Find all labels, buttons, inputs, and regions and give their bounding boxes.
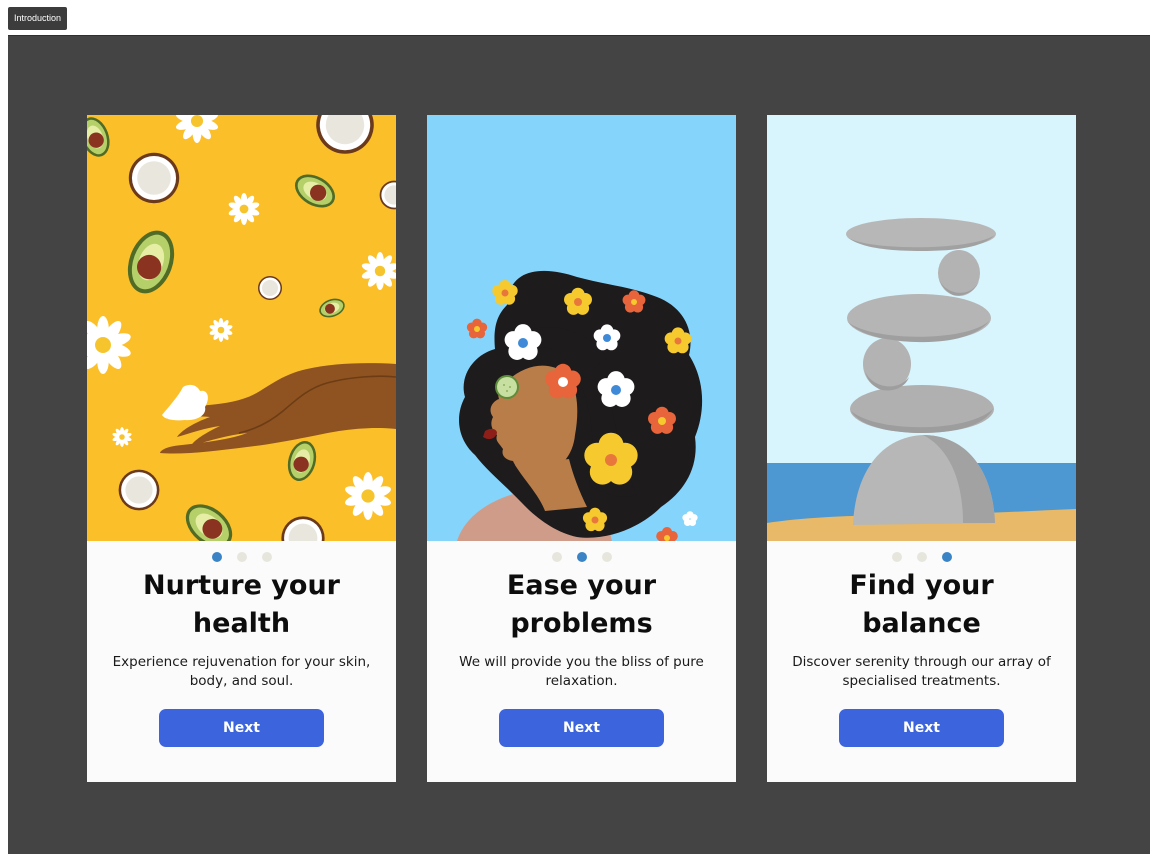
card-description: We will provide you the bliss of pure re… [459, 654, 704, 689]
page-dot[interactable] [551, 552, 562, 562]
page-dot-active[interactable] [941, 552, 952, 562]
page-dot-active[interactable] [576, 552, 587, 562]
card-title: Find your balance [849, 570, 994, 639]
pagination-dots [427, 552, 736, 562]
page-dot[interactable] [891, 552, 902, 562]
onboarding-card-3: Find your balance Discover serenity thro… [767, 115, 1076, 782]
pagination-dots [767, 552, 1076, 562]
next-button[interactable]: Next [839, 709, 1004, 747]
design-canvas: Nurture your health Experience rejuvenat… [8, 35, 1150, 854]
onboarding-card-2: Ease your problems We will provide you t… [427, 115, 736, 782]
page-dot[interactable] [916, 552, 927, 562]
card-description: Experience rejuvenation for your skin, b… [112, 654, 371, 689]
pagination-dots [87, 552, 396, 562]
page-dot-active[interactable] [211, 552, 222, 562]
balance-stones-illustration [767, 115, 1076, 541]
card-description: Discover serenity through our array of s… [792, 654, 1051, 689]
next-button[interactable]: Next [159, 709, 324, 747]
onboarding-card-1: Nurture your health Experience rejuvenat… [87, 115, 396, 782]
page-dot[interactable] [261, 552, 272, 562]
page-dot[interactable] [236, 552, 247, 562]
page-dot[interactable] [601, 552, 612, 562]
card-title: Ease your problems [506, 570, 657, 639]
card-title: Nurture your health [143, 570, 340, 639]
frame-label[interactable]: Introduction [8, 7, 68, 30]
next-button[interactable]: Next [499, 709, 664, 747]
skincare-illustration [87, 115, 396, 541]
relaxation-illustration [427, 115, 736, 541]
